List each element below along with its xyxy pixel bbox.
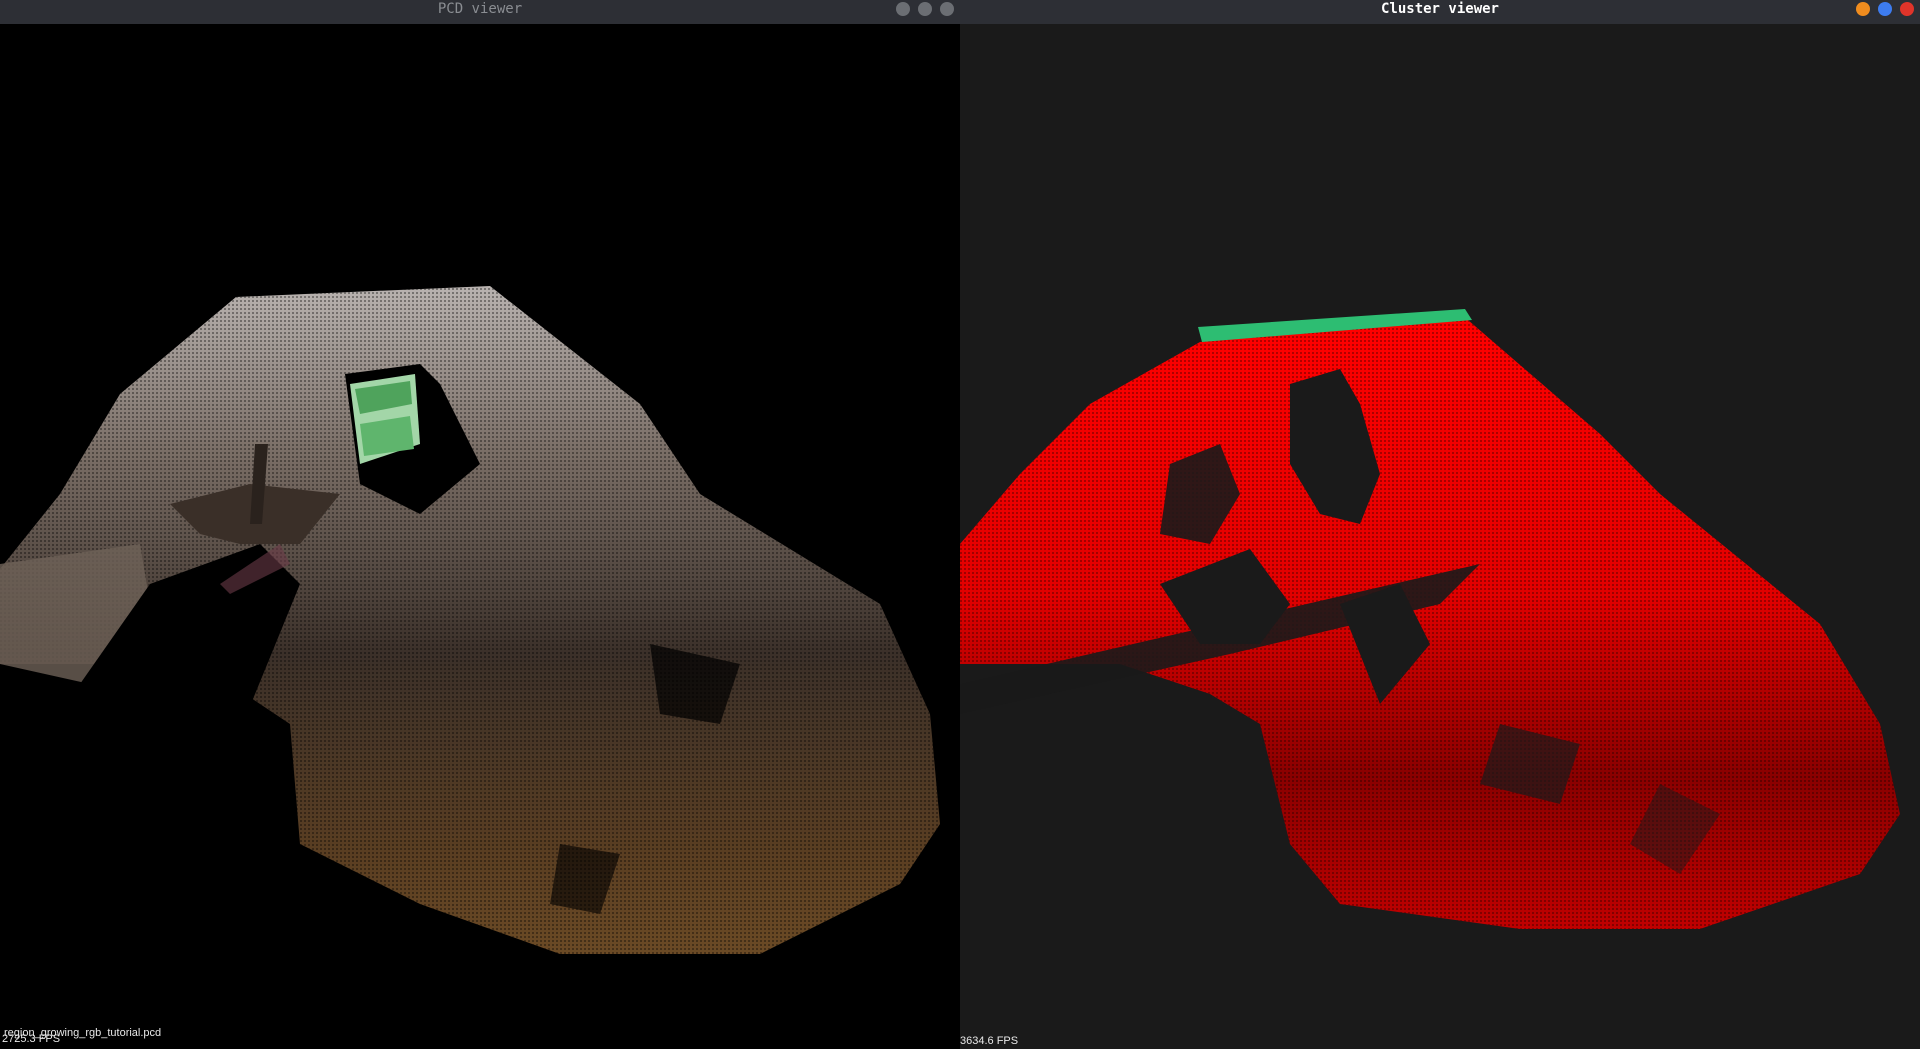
cluster-red [960, 320, 1900, 929]
close-button[interactable] [940, 2, 954, 16]
close-button[interactable] [1900, 2, 1914, 16]
point-cloud [0, 286, 940, 954]
window-controls [896, 2, 954, 16]
maximize-button[interactable] [1878, 2, 1892, 16]
window-controls [1856, 2, 1914, 16]
window-title: PCD viewer [437, 1, 523, 17]
minimize-button[interactable] [1856, 2, 1870, 16]
minimize-button[interactable] [896, 2, 910, 16]
cluster-viewer-window: Cluster viewer 3634.6 FPS [960, 0, 1920, 1049]
point-cloud-canvas[interactable] [0, 24, 960, 1049]
cluster-canvas[interactable] [960, 24, 1920, 1049]
cluster-viewer-titlebar[interactable]: Cluster viewer [960, 0, 1920, 24]
pcd-viewer-window: PCD viewer 2725.3 FPS region_growing_rgb… [0, 0, 960, 1049]
window-title: Cluster viewer [1380, 1, 1499, 17]
fps-readout: 3634.6 FPS [960, 1035, 1019, 1047]
file-name-label: region_growing_rgb_tutorial.pcd [4, 1027, 162, 1039]
pcd-viewer-titlebar[interactable]: PCD viewer [0, 0, 960, 24]
maximize-button[interactable] [918, 2, 932, 16]
